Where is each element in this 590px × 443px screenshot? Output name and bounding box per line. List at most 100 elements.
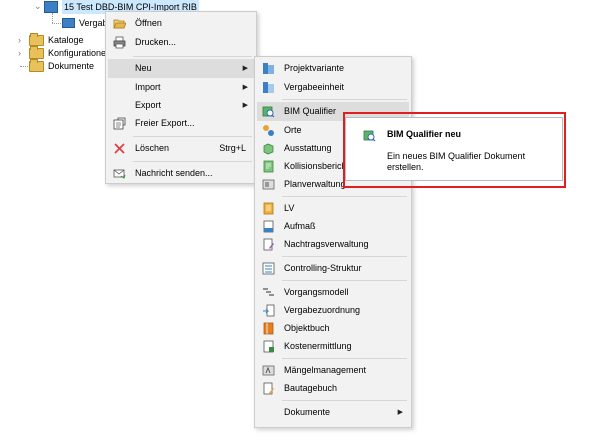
tree-node-label: Dokumente	[48, 61, 95, 71]
measurement-icon	[263, 220, 274, 233]
submenu-item-objektbuch[interactable]: Objektbuch	[257, 319, 409, 338]
controlling-structure-icon	[262, 262, 275, 275]
delete-x-icon	[114, 143, 125, 154]
locations-icon	[263, 125, 274, 136]
folder-icon	[29, 59, 44, 72]
menu-item-label: Vergabeeinheit	[284, 82, 345, 92]
submenu-item-kostenermittlung[interactable]: Kostenermittlung	[257, 337, 409, 356]
menu-item-label: Bautagebuch	[284, 383, 338, 393]
award-assignment-icon	[263, 304, 275, 317]
submenu-item-bautagebuch[interactable]: Bautagebuch	[257, 379, 409, 398]
defect-management-icon	[262, 365, 275, 376]
menu-separator	[282, 196, 407, 197]
free-export-icon	[113, 117, 126, 130]
menu-item-label: Kollisionsbericht	[284, 161, 350, 171]
submenu-item-projektvariante[interactable]: Projektvariante	[257, 59, 409, 78]
menu-item-label: Orte	[284, 125, 302, 135]
menu-item-loeschen[interactable]: Löschen Strg+L	[108, 139, 254, 158]
submenu-arrow-icon: ▶	[397, 409, 403, 416]
tree-node-kataloge[interactable]: Kataloge	[29, 33, 84, 47]
menu-item-label: Ausstattung	[284, 143, 332, 153]
menu-item-label: Controlling-Struktur	[284, 263, 362, 273]
menu-item-export[interactable]: Export ▶	[108, 96, 254, 115]
menu-item-label: Planverwaltung	[284, 179, 346, 189]
submenu-item-vergabezuordnung[interactable]: Vergabezuordnung	[257, 301, 409, 320]
submenu-arrow-icon: ▶	[242, 102, 248, 109]
cost-estimation-icon	[263, 340, 274, 353]
menu-separator	[133, 161, 252, 162]
award-unit-icon	[263, 82, 274, 93]
open-folder-icon	[113, 19, 126, 29]
menu-item-label: Projektvariante	[284, 63, 345, 73]
collision-report-icon	[263, 160, 274, 173]
submenu-item-nachtragsverwaltung[interactable]: Nachtragsverwaltung	[257, 235, 409, 254]
chevron-right-icon[interactable]: ›	[18, 33, 21, 47]
project-icon	[44, 1, 58, 13]
chevron-down-icon[interactable]: ⌄	[34, 0, 42, 13]
printer-icon	[113, 36, 126, 49]
project-variant-icon	[263, 63, 274, 74]
menu-item-label: Mängelmanagement	[284, 365, 367, 375]
submenu-item-maengelmanagement[interactable]: Mängelmanagement	[257, 361, 409, 380]
menu-separator	[133, 136, 252, 137]
menu-item-label: Aufmaß	[284, 221, 316, 231]
process-model-icon	[263, 288, 274, 296]
menu-item-label: Vorgangsmodell	[284, 287, 349, 297]
menu-item-freier-export[interactable]: Freier Export...	[108, 114, 254, 133]
supplement-management-icon	[263, 238, 274, 251]
menu-separator	[282, 256, 407, 257]
submenu-arrow-icon: ▶	[242, 65, 248, 72]
highlight-callout-box	[343, 112, 566, 188]
submenu-item-dokumente[interactable]: Dokumente ▶	[257, 403, 409, 422]
tree-connector	[52, 23, 61, 24]
submenu-item-controlling-struktur[interactable]: Controlling-Struktur	[257, 259, 409, 278]
submenu-item-vergabeeinheit[interactable]: Vergabeeinheit	[257, 78, 409, 97]
tree-node-label: Kataloge	[48, 35, 84, 45]
menu-item-label: Objektbuch	[284, 323, 330, 333]
folder-icon	[29, 46, 44, 59]
object-book-icon	[263, 322, 274, 335]
menu-item-label: Import	[135, 82, 161, 92]
menu-item-label: Vergabezuordnung	[284, 305, 361, 315]
submenu-item-vorgangsmodell[interactable]: Vorgangsmodell	[257, 283, 409, 302]
menu-item-drucken[interactable]: Drucken...	[108, 33, 254, 52]
menu-item-label: Nachricht senden...	[135, 168, 213, 178]
menu-item-label: Öffnen	[135, 18, 162, 28]
tree-connector	[52, 13, 53, 23]
tree-connector	[20, 66, 28, 67]
chevron-right-icon[interactable]: ›	[18, 46, 21, 60]
menu-item-label: Löschen	[135, 143, 170, 153]
menu-item-nachricht-senden[interactable]: Nachricht senden...	[108, 164, 254, 183]
menu-item-label: Export	[135, 100, 162, 110]
menu-item-label: Kostenermittlung	[284, 341, 352, 351]
tree-node-dokumente[interactable]: Dokumente	[29, 59, 94, 73]
construction-diary-icon	[263, 382, 274, 395]
menu-item-neu[interactable]: Neu ▶	[108, 59, 254, 78]
submenu-item-lv[interactable]: LV	[257, 199, 409, 218]
menu-separator	[133, 56, 252, 57]
menu-item-import[interactable]: Import ▶	[108, 78, 254, 97]
menu-item-oeffnen[interactable]: Öffnen	[108, 14, 254, 33]
submenu-arrow-icon: ▶	[242, 84, 248, 91]
context-menu: Öffnen Drucken... Neu ▶ Import ▶ Export …	[105, 11, 257, 184]
menu-item-label: BIM Qualifier	[284, 106, 337, 116]
equipment-icon	[263, 143, 274, 155]
menu-separator	[282, 280, 407, 281]
menu-item-label: Dokumente	[284, 407, 331, 417]
menu-separator	[282, 400, 407, 401]
menu-item-label: Freier Export...	[135, 118, 195, 128]
tree-node-label: Konfigurationen	[48, 48, 112, 58]
award-unit-icon	[62, 18, 75, 28]
menu-item-label: Drucken...	[135, 37, 177, 47]
menu-item-label: Neu	[135, 63, 152, 73]
plan-management-icon	[262, 179, 275, 190]
menu-item-label: LV	[284, 203, 295, 213]
menu-separator	[282, 358, 407, 359]
menu-separator	[282, 99, 407, 100]
tree-node-konfigurationen[interactable]: Konfigurationen	[29, 46, 111, 60]
folder-icon	[29, 33, 44, 46]
bim-qualifier-icon	[262, 106, 275, 118]
submenu-item-aufmass[interactable]: Aufmaß	[257, 217, 409, 236]
send-message-icon	[113, 169, 126, 179]
lv-icon	[263, 202, 274, 215]
